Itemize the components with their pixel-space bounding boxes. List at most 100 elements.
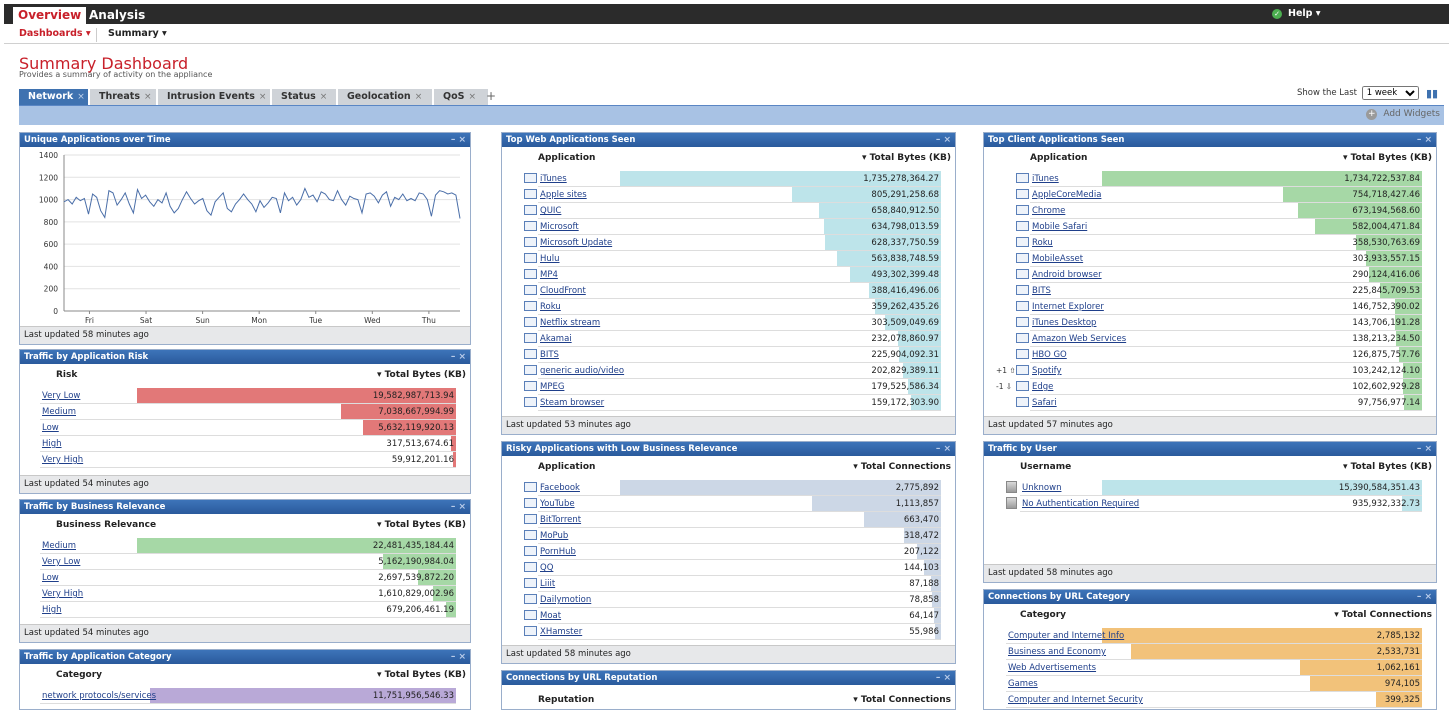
- row-link[interactable]: PornHub: [540, 547, 576, 557]
- row-link[interactable]: QQ: [540, 563, 553, 573]
- table-row[interactable]: Akamai 232,078,860.97: [502, 331, 955, 347]
- table-row[interactable]: BitTorrent 663,470: [502, 512, 955, 528]
- widget-controls[interactable]: – ×: [936, 671, 951, 685]
- row-link[interactable]: Internet Explorer: [1032, 302, 1104, 312]
- table-row[interactable]: -1 ⇩ Edge 102,602,929.28: [984, 379, 1436, 395]
- widget-controls[interactable]: – ×: [451, 133, 466, 147]
- table-row[interactable]: MP4 493,302,399.48: [502, 267, 955, 283]
- table-row[interactable]: Internet Explorer 146,752,390.02: [984, 299, 1436, 315]
- tab-overview[interactable]: Overview: [13, 7, 87, 24]
- row-link[interactable]: Medium: [42, 407, 76, 417]
- row-link[interactable]: Computer and Internet Info: [1008, 631, 1124, 641]
- tab-intrusion-events[interactable]: Intrusion Events ×: [158, 89, 270, 105]
- row-link[interactable]: MoPub: [540, 531, 568, 541]
- row-link[interactable]: QUIC: [540, 206, 561, 216]
- table-row[interactable]: Hulu 563,838,748.59: [502, 251, 955, 267]
- row-link[interactable]: Chrome: [1032, 206, 1065, 216]
- row-link[interactable]: No Authentication Required: [1022, 499, 1139, 509]
- table-row[interactable]: Roku 359,262,435.26: [502, 299, 955, 315]
- widget-controls[interactable]: – ×: [451, 650, 466, 664]
- row-link[interactable]: Akamai: [540, 334, 572, 344]
- widget-controls[interactable]: – ×: [1417, 133, 1432, 147]
- table-row[interactable]: QQ 144,103: [502, 560, 955, 576]
- row-link[interactable]: BITS: [1032, 286, 1051, 296]
- table-row[interactable]: generic audio/video 202,829,389.11: [502, 363, 955, 379]
- tab-geolocation[interactable]: Geolocation ×: [338, 89, 432, 105]
- widget-header[interactable]: Top Web Applications Seen – ×: [502, 133, 955, 147]
- table-row[interactable]: Unknown 15,390,584,351.43: [984, 480, 1436, 496]
- table-row[interactable]: HBO GO 126,875,757.76: [984, 347, 1436, 363]
- table-row[interactable]: High 679,206,461.19: [20, 602, 470, 618]
- row-link[interactable]: Dailymotion: [540, 595, 591, 605]
- row-link[interactable]: Moat: [540, 611, 561, 621]
- widget-controls[interactable]: – ×: [451, 350, 466, 364]
- table-row[interactable]: BITS 225,904,092.31: [502, 347, 955, 363]
- row-link[interactable]: Low: [42, 423, 59, 433]
- table-row[interactable]: Very Low 5,162,190,984.04: [20, 554, 470, 570]
- widget-header[interactable]: Unique Applications over Time – ×: [20, 133, 470, 147]
- row-link[interactable]: Games: [1008, 679, 1038, 689]
- row-link[interactable]: iTunes: [540, 174, 567, 184]
- table-row[interactable]: iTunes Desktop 143,706,191.28: [984, 315, 1436, 331]
- row-link[interactable]: HBO GO: [1032, 350, 1067, 360]
- table-row[interactable]: Facebook 2,775,892: [502, 480, 955, 496]
- column-header[interactable]: Category: [1020, 610, 1066, 620]
- table-row[interactable]: network protocols/services 11,751,956,546…: [20, 688, 470, 704]
- row-link[interactable]: MobileAsset: [1032, 254, 1083, 264]
- column-header-sorted[interactable]: ▾ Total Connections: [1334, 610, 1432, 620]
- table-row[interactable]: Amazon Web Services 138,213,234.50: [984, 331, 1436, 347]
- table-row[interactable]: PornHub 207,122: [502, 544, 955, 560]
- close-tab-icon[interactable]: ×: [415, 92, 423, 102]
- close-tab-icon[interactable]: ×: [77, 92, 85, 102]
- row-link[interactable]: Steam browser: [540, 398, 604, 408]
- row-link[interactable]: AppleCoreMedia: [1032, 190, 1101, 200]
- widget-header[interactable]: Connections by URL Category – ×: [984, 590, 1436, 604]
- row-link[interactable]: Low: [42, 573, 59, 583]
- column-header[interactable]: Application: [1030, 153, 1087, 163]
- widget-header[interactable]: Traffic by Application Category – ×: [20, 650, 470, 664]
- column-header[interactable]: Username: [1020, 462, 1071, 472]
- column-header[interactable]: Risk: [56, 370, 77, 380]
- add-widgets-button[interactable]: + Add Widgets: [1366, 109, 1440, 120]
- help-menu[interactable]: ✓ Help ▾: [1272, 8, 1321, 19]
- column-header[interactable]: Category: [56, 670, 102, 680]
- table-row[interactable]: Computer and Internet Security 399,325: [984, 692, 1436, 708]
- row-link[interactable]: Android browser: [1032, 270, 1102, 280]
- table-row[interactable]: No Authentication Required 935,932,332.73: [984, 496, 1436, 512]
- table-row[interactable]: Very Low 19,582,987,713.94: [20, 388, 470, 404]
- widget-controls[interactable]: – ×: [451, 500, 466, 514]
- widget-controls[interactable]: – ×: [1417, 442, 1432, 456]
- table-row[interactable]: Liiit 87,188: [502, 576, 955, 592]
- row-link[interactable]: Very High: [42, 455, 83, 465]
- row-link[interactable]: Very Low: [42, 391, 80, 401]
- widget-header[interactable]: Risky Applications with Low Business Rel…: [502, 442, 955, 456]
- table-row[interactable]: Very High 59,912,201.16: [20, 452, 470, 468]
- widget-header[interactable]: Traffic by User – ×: [984, 442, 1436, 456]
- row-link[interactable]: Netflix stream: [540, 318, 600, 328]
- table-row[interactable]: Netflix stream 303,509,049.69: [502, 315, 955, 331]
- table-row[interactable]: Dailymotion 78,858: [502, 592, 955, 608]
- table-row[interactable]: +1 ⇧ Spotify 103,242,124.10: [984, 363, 1436, 379]
- column-header-sorted[interactable]: ▾ Total Bytes (KB): [377, 670, 466, 680]
- add-tab-button[interactable]: +: [486, 89, 496, 103]
- column-header[interactable]: Reputation: [538, 695, 594, 705]
- table-row[interactable]: High 317,513,674.61: [20, 436, 470, 452]
- row-link[interactable]: Web Advertisements: [1008, 663, 1096, 673]
- table-row[interactable]: Computer and Internet Info 2,785,132: [984, 628, 1436, 644]
- column-header-sorted[interactable]: ▾ Total Bytes (KB): [1343, 153, 1432, 163]
- widget-header[interactable]: Connections by URL Reputation – ×: [502, 671, 955, 685]
- table-row[interactable]: MoPub 318,472: [502, 528, 955, 544]
- table-row[interactable]: iTunes 1,735,278,364.27: [502, 171, 955, 187]
- table-row[interactable]: MPEG 179,525,586.34: [502, 379, 955, 395]
- row-link[interactable]: MPEG: [540, 382, 564, 392]
- tab-qos[interactable]: QoS ×: [434, 89, 488, 105]
- row-link[interactable]: Safari: [1032, 398, 1057, 408]
- row-link[interactable]: Amazon Web Services: [1032, 334, 1126, 344]
- row-link[interactable]: Mobile Safari: [1032, 222, 1087, 232]
- row-link[interactable]: Hulu: [540, 254, 560, 264]
- row-link[interactable]: Medium: [42, 541, 76, 551]
- table-row[interactable]: Steam browser 159,172,303.90: [502, 395, 955, 411]
- row-link[interactable]: Roku: [1032, 238, 1053, 248]
- table-row[interactable]: Low 5,632,119,920.13: [20, 420, 470, 436]
- table-row[interactable]: XHamster 55,986: [502, 624, 955, 640]
